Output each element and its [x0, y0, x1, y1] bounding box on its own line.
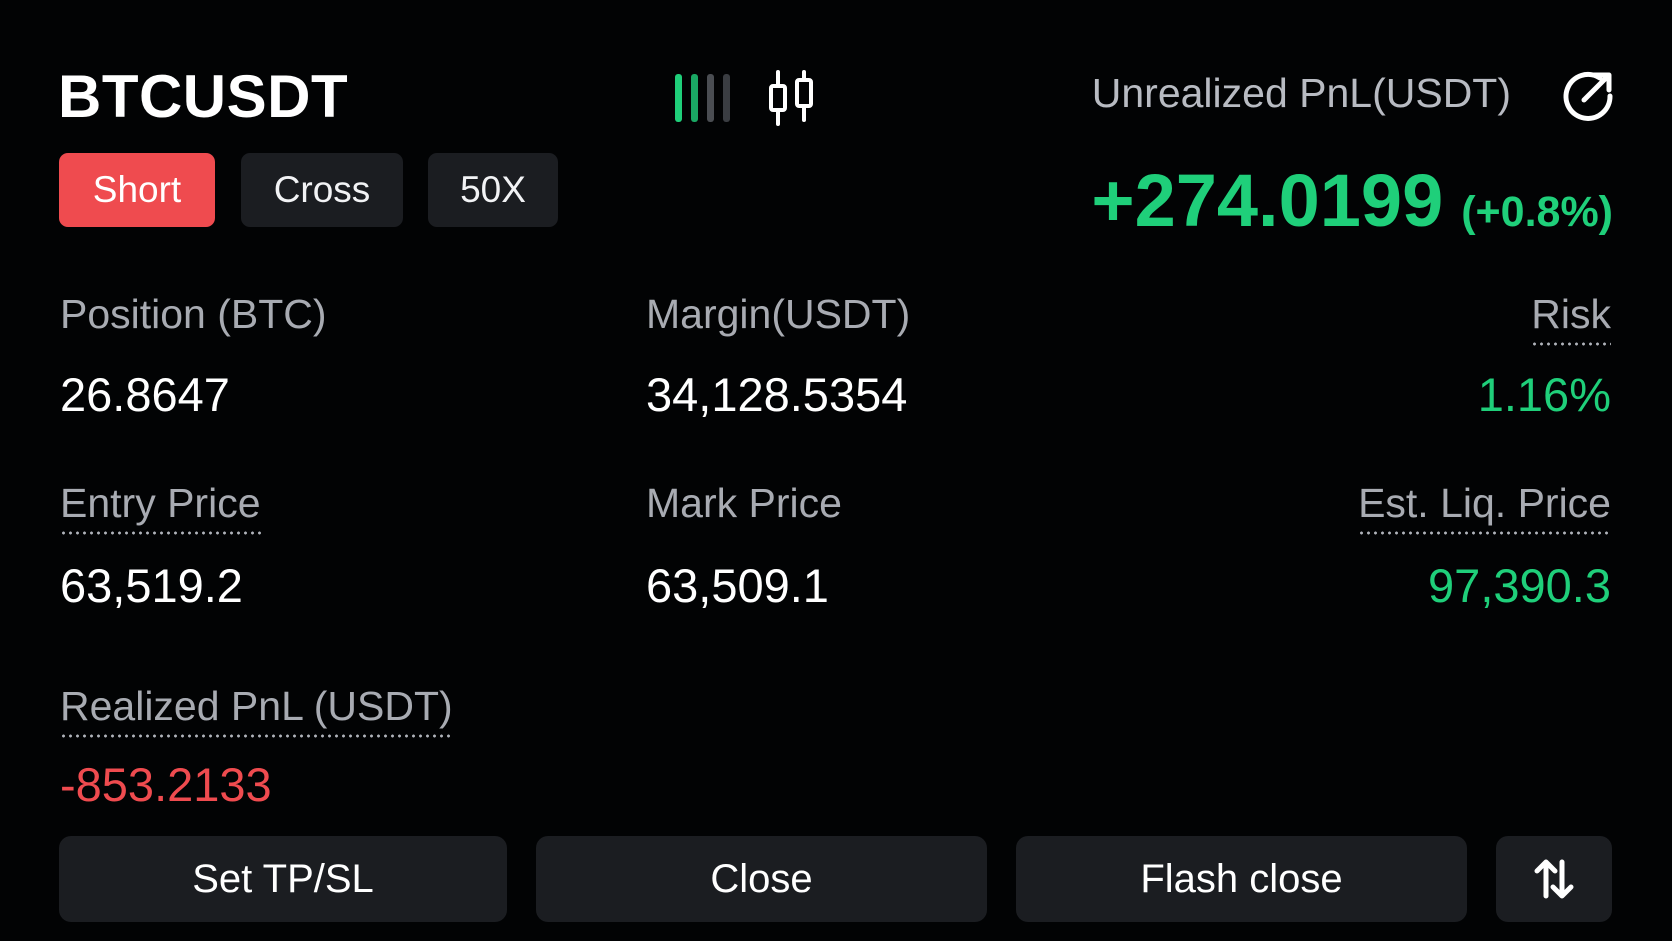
close-button[interactable]: Close: [536, 836, 987, 922]
symbol-title: BTCUSDT: [58, 63, 349, 130]
margin-mode-button[interactable]: Cross: [241, 153, 403, 227]
set-tpsl-button[interactable]: Set TP/SL: [59, 836, 507, 922]
leverage-button[interactable]: 50X: [428, 153, 558, 227]
margin-label: Margin(USDT): [646, 291, 911, 337]
realized-pnl-value: -853.2133: [60, 758, 272, 811]
bars-chart-icon[interactable]: [673, 72, 733, 124]
unrealized-pnl-value: +274.0199 (+0.8%): [1091, 158, 1613, 243]
risk-value: 1.16%: [1477, 368, 1611, 421]
mark-price-label: Mark Price: [646, 480, 842, 526]
mark-price-value: 63,509.1: [646, 559, 829, 612]
share-icon[interactable]: [1560, 68, 1616, 124]
unrealized-pnl-percent: (+0.8%): [1461, 188, 1613, 236]
unrealized-pnl-amount: +274.0199: [1091, 159, 1444, 242]
liq-price-value: 97,390.3: [1428, 559, 1611, 612]
reverse-position-button[interactable]: [1496, 836, 1612, 922]
swap-vertical-icon: [1534, 859, 1574, 899]
entry-price-value: 63,519.2: [60, 559, 243, 612]
position-size-label: Position (BTC): [60, 291, 327, 337]
unrealized-pnl-label: Unrealized PnL(USDT): [1091, 70, 1511, 116]
margin-value: 34,128.5354: [646, 368, 908, 421]
flash-close-button[interactable]: Flash close: [1016, 836, 1467, 922]
side-badge: Short: [59, 153, 215, 227]
realized-pnl-label[interactable]: Realized PnL (USDT): [60, 683, 453, 738]
liq-price-label[interactable]: Est. Liq. Price: [1358, 480, 1611, 535]
position-size-value: 26.8647: [60, 368, 230, 421]
entry-price-label[interactable]: Entry Price: [60, 480, 261, 535]
candlestick-icon[interactable]: [766, 70, 816, 126]
risk-label[interactable]: Risk: [1531, 291, 1611, 346]
